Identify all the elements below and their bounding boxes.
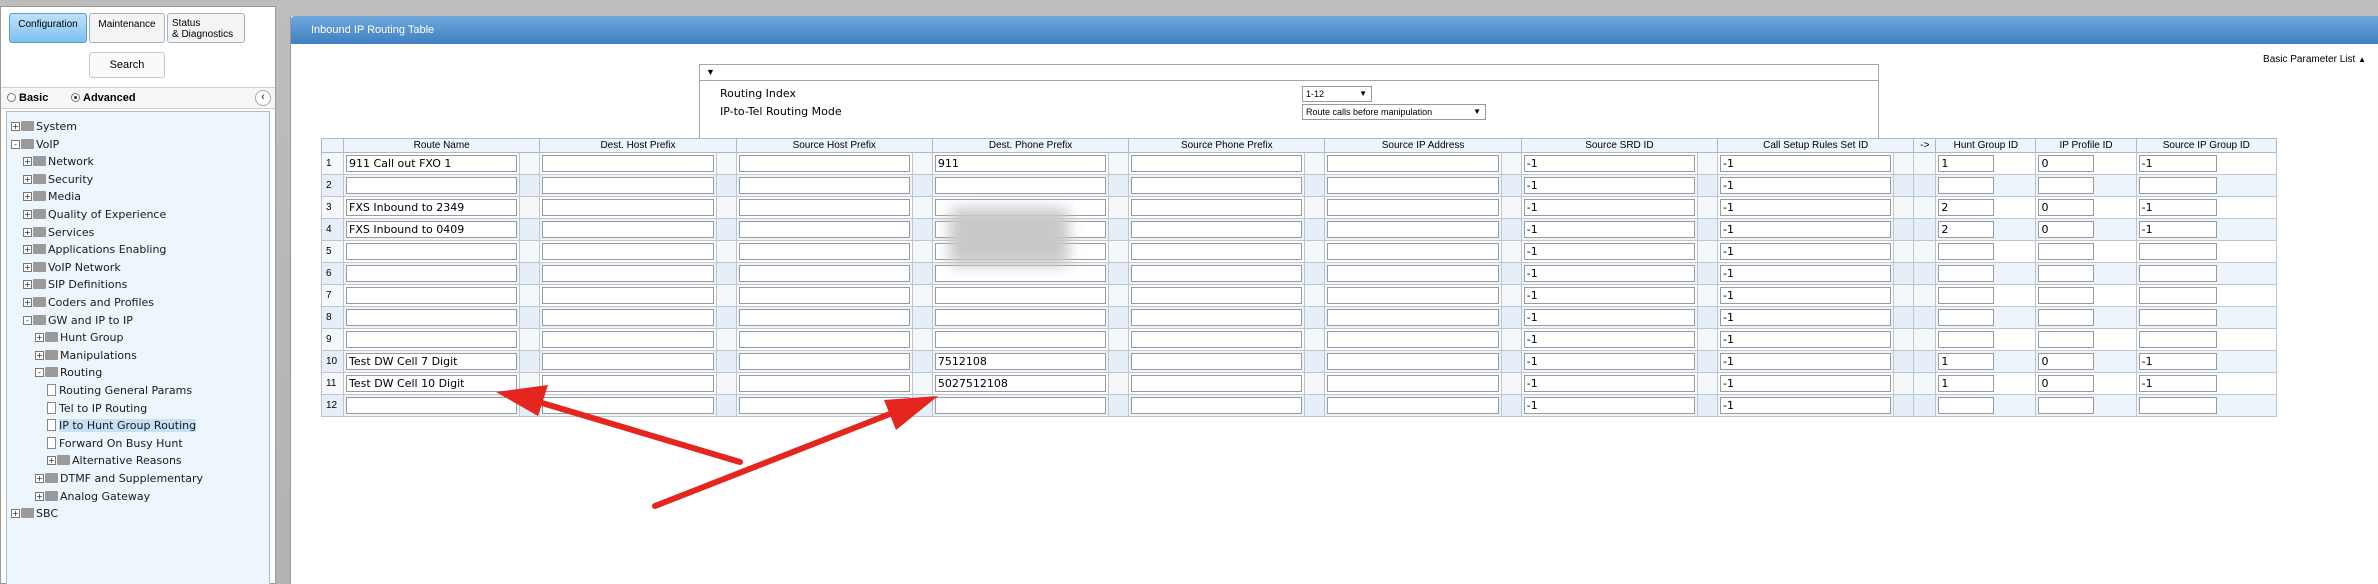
annotation-arrows (496, 385, 938, 509)
annotation-arrow-left (496, 385, 743, 465)
